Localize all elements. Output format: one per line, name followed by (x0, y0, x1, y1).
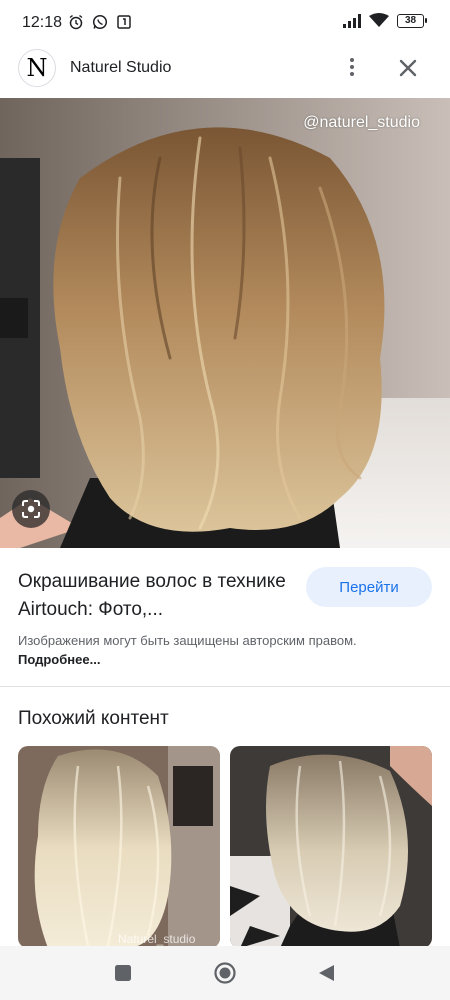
similar-photo (230, 746, 432, 948)
close-button[interactable] (394, 54, 422, 82)
image-info: Окрашивание волос в технике Airtouch: Фо… (0, 548, 450, 686)
back-icon (319, 965, 334, 981)
logo-letter: N (26, 54, 48, 82)
site-name[interactable]: Naturel Studio (70, 59, 171, 77)
similar-photo (18, 746, 220, 948)
system-nav-bar (0, 946, 450, 1000)
goto-button[interactable]: Перейти (306, 567, 432, 607)
similar-thumbnail[interactable] (230, 746, 432, 948)
wifi-icon (369, 13, 389, 27)
thumbnail-watermark: Naturel_studio (118, 932, 196, 946)
close-icon (399, 59, 417, 77)
recents-icon (115, 965, 131, 981)
copyright-text: Изображения могут быть защищены авторски… (18, 633, 357, 648)
copyright-more-link[interactable]: Подробнее... (18, 652, 100, 667)
hair-photo (0, 98, 450, 548)
status-bar: 12:18 38 (0, 0, 450, 40)
divider (0, 686, 450, 687)
main-image[interactable]: @naturel_studio (0, 98, 450, 548)
back-button[interactable] (314, 960, 340, 986)
image-viewer-header: N Naturel Studio (0, 40, 450, 98)
similar-thumbnail[interactable]: Naturel_studio (18, 746, 220, 948)
more-vert-icon (340, 58, 364, 76)
google-lens-icon (22, 500, 40, 518)
status-notifications (68, 14, 132, 30)
signal-icon (343, 13, 361, 28)
notification-icon (117, 15, 131, 29)
copyright-notice: Изображения могут быть защищены авторски… (18, 631, 418, 669)
home-button[interactable] (212, 960, 238, 986)
status-system-icons: 38 (343, 13, 427, 28)
lens-button[interactable] (12, 490, 50, 528)
image-watermark: @naturel_studio (303, 114, 420, 131)
similar-content-heading: Похожий контент (18, 708, 169, 729)
image-title[interactable]: Окрашивание волос в технике Airtouch: Фо… (18, 568, 293, 624)
battery-level: 38 (404, 14, 417, 26)
alarm-icon (69, 14, 83, 30)
more-options-button[interactable] (340, 55, 364, 81)
home-icon (214, 962, 236, 984)
battery-icon: 38 (397, 13, 427, 28)
whatsapp-icon (92, 14, 108, 30)
status-time: 12:18 (22, 14, 63, 31)
recents-button[interactable] (110, 960, 136, 986)
site-logo[interactable]: N (18, 49, 56, 87)
